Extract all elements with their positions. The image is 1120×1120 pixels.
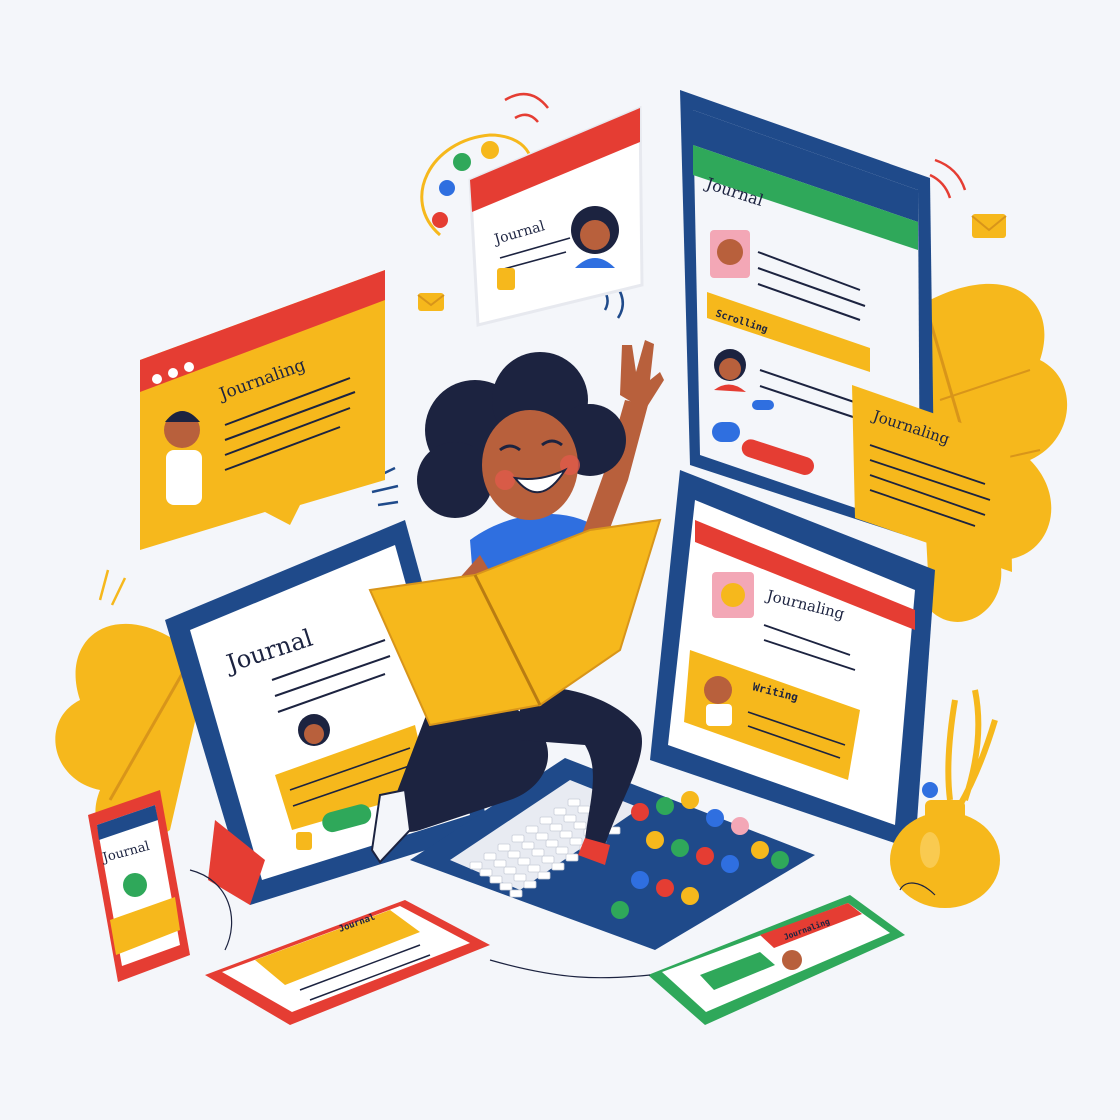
keyboard-key — [499, 882, 513, 891]
keyboard-key — [563, 814, 577, 823]
keyboard-key — [503, 866, 517, 875]
keyboard-key — [565, 853, 579, 862]
speech-bubble-window: Journaling — [140, 270, 385, 550]
keyboard-key — [531, 848, 545, 857]
keyboard-key — [489, 875, 503, 884]
keyboard-key — [509, 889, 523, 898]
keyboard-key — [555, 846, 569, 855]
keyboard-key — [483, 852, 497, 861]
keyboard-key — [537, 871, 551, 880]
envelope-icon — [417, 293, 445, 311]
screen-button — [712, 422, 740, 442]
phone-left: Journal — [88, 790, 190, 982]
envelope-icon — [971, 214, 1007, 238]
keyboard-key — [535, 832, 549, 841]
browser-card: Journal — [468, 105, 644, 327]
keyboard-key — [545, 839, 559, 848]
keyboard-key — [527, 864, 541, 873]
keyboard-key — [523, 880, 537, 889]
keyboard-key — [577, 805, 591, 814]
keyboard-key — [539, 816, 553, 825]
keyboard-key — [507, 850, 521, 859]
keyboard-key — [553, 807, 567, 816]
avatar — [164, 411, 202, 505]
keyboard-key — [493, 859, 507, 868]
keyboard-key — [517, 857, 531, 866]
keyboard-key — [521, 841, 535, 850]
keyboard-key — [567, 798, 581, 807]
keyboard-key — [559, 830, 573, 839]
keyboard-key — [479, 868, 493, 877]
keyboard-key — [569, 837, 583, 846]
avatar — [710, 230, 750, 278]
keyboard-key — [497, 843, 511, 852]
journaling-illustration: Journaling Journal Journal Scrolling Jou… — [55, 90, 1068, 1025]
keyboard-key — [513, 873, 527, 882]
keyboard-key — [511, 834, 525, 843]
person — [368, 340, 664, 865]
keyboard-key — [573, 821, 587, 830]
keyboard-key — [469, 861, 483, 870]
keyboard-key — [549, 823, 563, 832]
avatar — [298, 714, 330, 746]
avatar — [712, 572, 754, 618]
keyboard-key — [525, 825, 539, 834]
phone-bottom: Journal — [205, 900, 490, 1025]
keyboard-key — [551, 862, 565, 871]
keyboard-key — [541, 855, 555, 864]
